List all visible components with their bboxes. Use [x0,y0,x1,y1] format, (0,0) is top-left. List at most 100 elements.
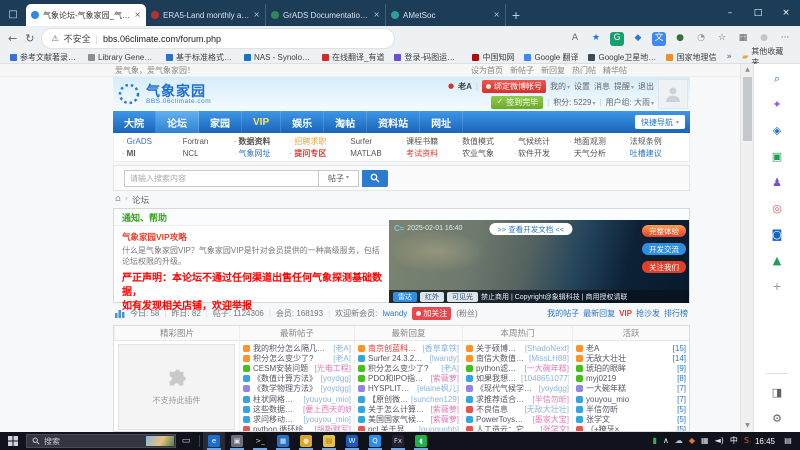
hot-list-item[interactable]: 求推荐适合研究水热 半信勿昕 [466,394,569,404]
subnav-link[interactable]: MI [122,149,178,158]
bookmark-item[interactable]: NAS - Synology NAS [244,53,312,62]
subnav-link[interactable]: 软件开发 [513,148,569,159]
subnav-link[interactable]: 数值模式 [457,136,513,147]
reply-list-item[interactable]: 美国国家气候预测中心 紫薇萝 [358,414,459,424]
active-user-item[interactable]: 琥珀的眼眸 [9] [576,363,686,373]
subnav-link[interactable]: 吐槽建议 [625,148,681,159]
subnav-link[interactable]: Surfer [346,137,402,146]
topstrip-link[interactable]: 新帖子 [510,65,534,76]
subnav-link[interactable]: 招聘求职 [290,136,346,147]
hot-list-item[interactable]: 不良信息 无敌大壮壮 [466,404,569,414]
maximize-button[interactable]: □ [744,0,772,26]
grammarly-extension-icon[interactable]: G [610,32,624,46]
reply-list-item[interactable]: Surfer 24.3.218 中文 lwandy [358,353,459,363]
tab-close-icon[interactable]: × [373,11,380,19]
bookmark-item[interactable]: 参考文献著录格式... [10,52,78,63]
browser-tab[interactable]: 气象论坛-气象家园_气象人自己... × [26,4,146,26]
stats-link[interactable]: 我的帖子 [547,308,579,319]
ghost-extension-icon[interactable]: ◔ [694,32,708,46]
usergroup-label[interactable]: 用户组: 大雨 [606,97,654,108]
forum-logo[interactable]: 气象家园 BBS.06climate.com [117,82,211,106]
sidebar-settings-gear-icon[interactable]: ⚙ [769,410,785,426]
post-author[interactable]: youyou_mio [303,415,351,424]
username[interactable]: 老A [458,81,472,92]
scroll-down-arrow[interactable]: ▼ [741,420,754,432]
sidebar-copilot-sparkle-icon[interactable]: ✦ [769,96,785,112]
read-aloud-icon[interactable]: A [568,32,582,46]
active-user-item[interactable]: 老A [15] [576,343,686,353]
post-list-item[interactable]: 积分怎么变少了? 老A [243,353,351,363]
search-type-select[interactable]: 帖子▾ [319,170,359,187]
taskbar-search-box[interactable]: 搜索 [26,434,176,448]
post-list-item[interactable]: 我的积分怎么隔几秒钟减少 老A [243,343,351,353]
address-bar[interactable]: ⚠ 不安全 | bbs.06climate.com/forum.php [42,29,394,48]
post-title[interactable]: python 循环绘制子图 [253,424,312,432]
bookmark-item[interactable]: 登录-码图运维审计... [394,52,462,63]
page-scrollbar[interactable]: ▲ ▼ [740,64,753,432]
stats-link[interactable]: VIP [619,309,632,318]
post-author[interactable]: yoydgg [321,384,351,393]
hot-author[interactable]: 1048651077 [521,374,569,383]
subnav-link[interactable]: 考试资料 [402,148,458,159]
hot-list-item[interactable]: 《现代气候学基础》 yoydgg [466,384,569,394]
post-author[interactable]: 要上西天的妖 [303,404,351,415]
scrollbar-thumb[interactable] [743,77,752,141]
topstrip-link[interactable]: 设为首页 [471,65,503,76]
tray-security-icon[interactable]: ◆ [689,437,695,445]
stats-link[interactable]: 排行榜 [664,308,688,319]
translate-extension-icon[interactable]: 文 [652,32,666,46]
sidebar-add-icon[interactable]: + [769,278,785,294]
bookmarks-overflow-icon[interactable]: » [727,53,733,62]
subnav-link[interactable]: 课程书籍 [402,136,458,147]
follow-button[interactable]: 加关注 [412,307,451,320]
satellite-promo-banner[interactable]: C≈ 2025-02-01 16:40 >> 查看开发文档 << 完整体验开发交… [389,220,689,303]
task-view-button[interactable]: ▭ [176,432,196,450]
reply-list-item[interactable]: ncl 关于显著和不显 guoguohh [358,425,459,433]
sidebar-shopping-icon[interactable]: ▣ [769,148,785,164]
nav-item[interactable]: 家园 [199,111,242,133]
bookmark-item[interactable]: Library Genesis - Li... [88,53,156,62]
promo-button[interactable]: 完整体验 [642,225,686,237]
taskbar-edge-icon[interactable]: e [203,432,225,450]
subnav-link[interactable]: 法规条例 [625,136,681,147]
back-icon[interactable]: ← [8,33,17,44]
active-user-name[interactable]: 琥珀的眼眸 [586,363,674,374]
topstrip-link[interactable]: 热门帖 [572,65,596,76]
hot-author[interactable]: ShadoNext [525,344,569,353]
avatar[interactable] [658,79,688,109]
tab-close-icon[interactable]: × [134,11,141,19]
action-center-icon[interactable]: ▤ [781,437,795,445]
active-user-item[interactable]: 无敌大壮壮 [14] [576,353,686,363]
reply-author[interactable]: sunchen129 [411,395,459,404]
tray-sogou-icon[interactable]: S [744,437,749,445]
tray-volume-icon[interactable]: ◄) [715,437,724,445]
sidebar-outlook-icon[interactable]: ◙ [769,226,785,242]
reply-list-item[interactable]: 积分怎么变少了? 老A [358,363,459,373]
nav-item[interactable]: 娱乐 [281,111,324,133]
home-icon[interactable]: ⌂ [115,195,121,204]
bookmark-item[interactable]: 基于标准格式的C波... [166,52,234,63]
promo-tab[interactable]: 可见光 [447,292,478,302]
reply-author[interactable]: 香草拿铁 [423,343,459,354]
post-list-item[interactable]: 《数学物理方法》 yoydgg [243,384,351,394]
subnav-link[interactable]: Fortran [178,137,234,146]
tray-green-utility-icon[interactable]: ▮ [653,437,657,445]
sidebar-tree-icon[interactable]: ▲ [769,252,785,268]
subnav-link[interactable]: 数据资料 [234,136,290,147]
tray-display-icon[interactable]: ▦ [701,437,709,445]
favorite-star-icon[interactable]: ★ [589,32,603,46]
subnav-link[interactable]: 地面观测 [569,136,625,147]
reply-title[interactable]: ncl 关于显著和不显 [368,424,416,432]
new-tab-button[interactable]: + [506,4,526,26]
subnav-link[interactable]: 气象网址 [234,148,290,159]
post-author[interactable]: 光电工程 [315,363,351,374]
stats-link[interactable]: 最新回复 [583,308,615,319]
bind-weibo-button[interactable]: 绑定微博帐号 [482,80,546,93]
bookmark-item[interactable]: Google 翻译 [524,52,578,63]
tray-ime-icon[interactable]: 中 [730,437,738,445]
hot-list-item[interactable]: 如果我想画一个 1048651077 [466,374,569,384]
active-user-item[interactable]: 半信勿昕 [5] [576,404,686,414]
hot-list-item[interactable]: 南信大数值天气预报 MissLH88 [466,353,569,363]
active-user-item[interactable]: （+獠牙× [5] [576,425,686,433]
topstrip-link[interactable]: 精华帖 [603,65,627,76]
